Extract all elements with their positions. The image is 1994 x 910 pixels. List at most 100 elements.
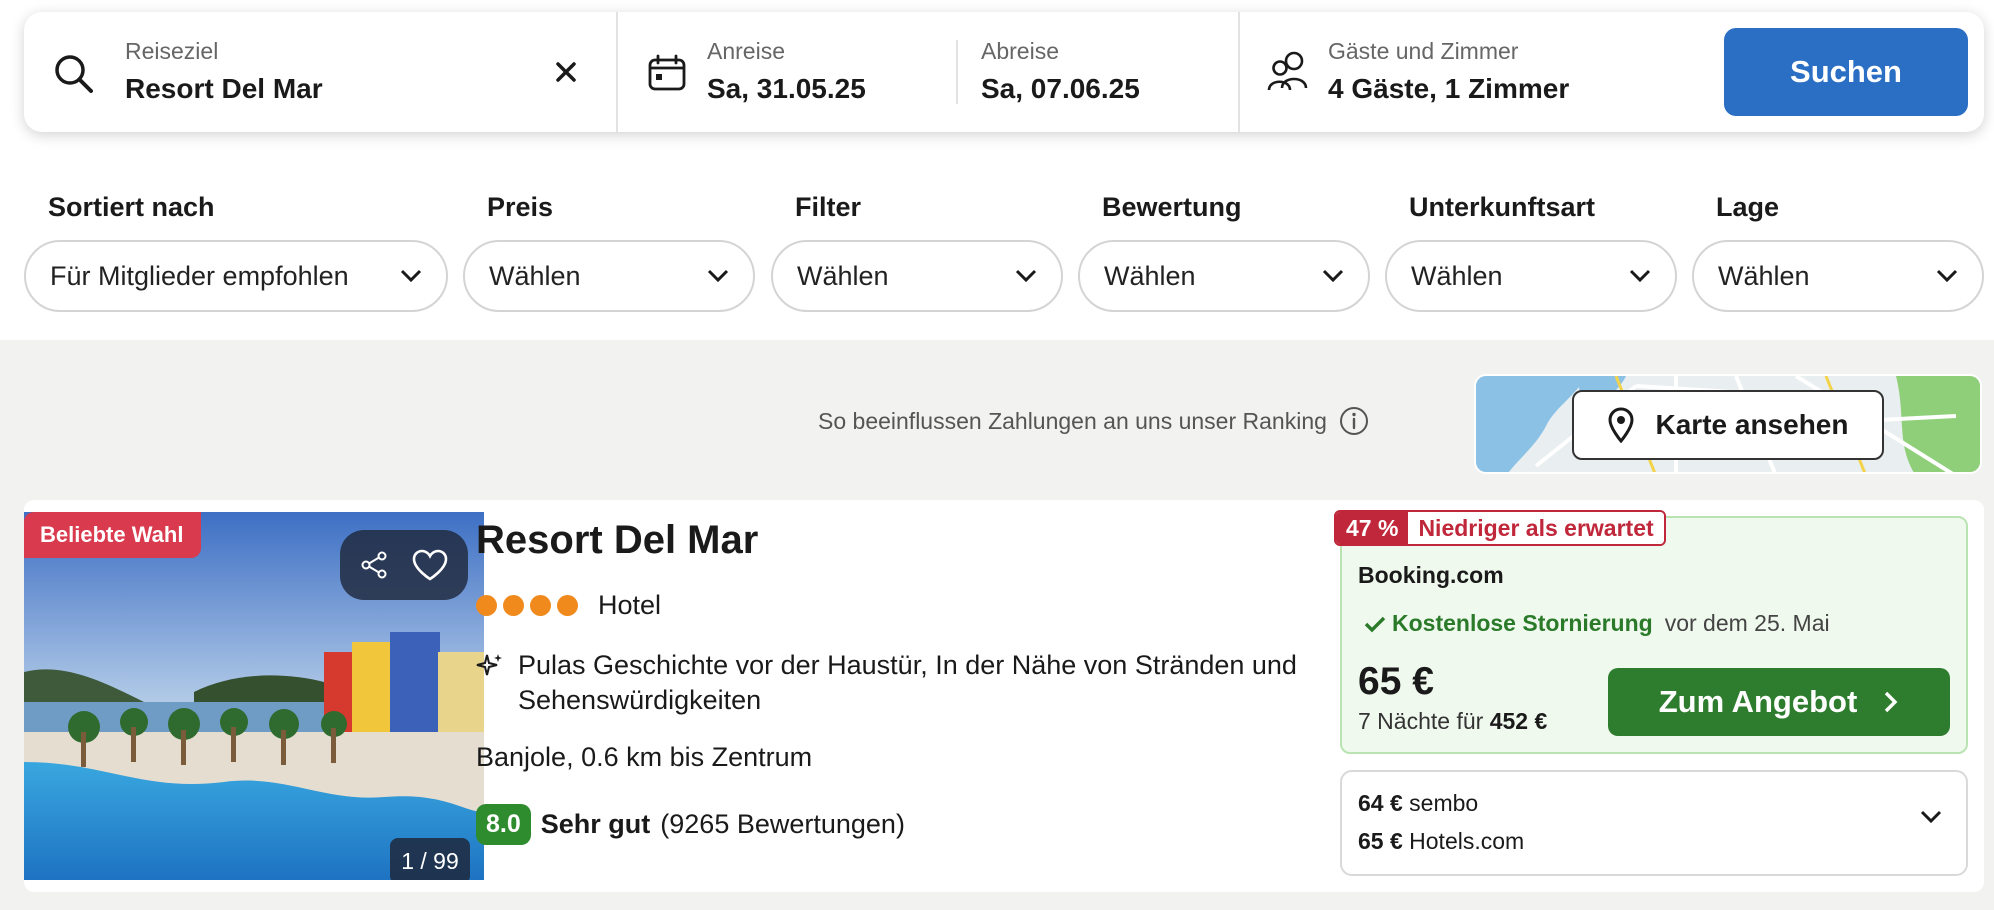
- destination-value[interactable]: Resort Del Mar: [125, 73, 323, 105]
- star-icon: [557, 595, 578, 616]
- other-offer-row: 65 € Hotels.com: [1358, 828, 1524, 855]
- free-cancellation: Kostenlose Stornierung vor dem 25. Mai: [1364, 610, 1830, 637]
- other-offer-price: 64 €: [1358, 790, 1403, 816]
- hotel-rating[interactable]: 8.0 Sehr gut (9265 Bewertungen): [476, 804, 905, 845]
- hotel-name[interactable]: Resort Del Mar: [476, 518, 758, 563]
- checkin-field[interactable]: Anreise Sa, 31.05.25: [707, 38, 866, 105]
- hotel-type: Hotel: [598, 590, 662, 620]
- search-icon: [52, 52, 96, 101]
- date-fields: Anreise Sa, 31.05.25 Abreise Sa, 07.06.2…: [618, 12, 1240, 132]
- checkin-label: Anreise: [707, 38, 785, 64]
- photo-actions: [340, 530, 468, 600]
- filter-value: Wählen: [1411, 260, 1503, 291]
- view-map-label: Karte ansehen: [1655, 409, 1849, 440]
- check-icon: [1364, 616, 1386, 632]
- property-type-select[interactable]: Wählen: [1385, 240, 1677, 312]
- checkin-value[interactable]: Sa, 31.05.25: [707, 73, 866, 105]
- filter-value: Wählen: [797, 260, 889, 291]
- clear-destination-button[interactable]: [548, 54, 584, 90]
- filter-title: Filter: [795, 192, 862, 222]
- search-bar: Reiseziel Resort Del Mar Anreise Sa, 31.…: [24, 12, 1984, 132]
- deal-badge: 47 % Niedriger als erwartet: [1334, 510, 1666, 546]
- chevron-right-icon: [1885, 691, 1898, 713]
- chevron-down-icon: [1920, 810, 1942, 824]
- rating-count: (9265 Bewertungen): [660, 809, 905, 839]
- filter-location: Lage Wählen: [1692, 192, 1984, 312]
- rating-score: 8.0: [476, 804, 531, 845]
- view-deal-label: Zum Angebot: [1658, 684, 1858, 719]
- free-cancellation-until: vor dem 25. Mai: [1664, 610, 1830, 636]
- highlight-text: Pulas Geschichte vor der Haustür, In der…: [518, 650, 1297, 715]
- location-select[interactable]: Wählen: [1692, 240, 1984, 312]
- filter-sort: Sortiert nach Für Mitglieder empfohlen: [24, 192, 448, 312]
- filter-title: Sortiert nach: [48, 192, 215, 222]
- view-deal-button[interactable]: Zum Angebot: [1608, 668, 1950, 736]
- view-map-button[interactable]: Karte ansehen: [1572, 390, 1884, 460]
- hotel-location: Banjole, 0.6 km bis Zentrum: [476, 742, 813, 772]
- chevron-down-icon: [400, 269, 422, 283]
- star-icon: [503, 595, 524, 616]
- filter-title: Lage: [1716, 192, 1780, 222]
- hotel-photo[interactable]: Beliebte Wahl 1 / 99: [24, 512, 484, 880]
- chevron-down-icon: [1629, 269, 1651, 283]
- filter-filter: Filter Wählen: [771, 192, 1063, 312]
- chevron-down-icon: [1936, 269, 1958, 283]
- filter-title: Preis: [487, 192, 554, 222]
- other-offer-price: 65 €: [1358, 828, 1403, 854]
- ranking-note-text: So beeinflussen Zahlungen an uns unser R…: [818, 407, 1327, 434]
- photo-counter: 1 / 99: [390, 838, 470, 880]
- total-price-line: 7 Nächte für 452 €: [1358, 708, 1547, 735]
- nights-text: 7 Nächte für: [1358, 708, 1484, 734]
- filter-price: Preis Wählen: [463, 192, 755, 312]
- price-select[interactable]: Wählen: [463, 240, 755, 312]
- map-pin-icon: [1608, 407, 1634, 443]
- filter-value: Wählen: [489, 260, 581, 291]
- sparkle-icon: [476, 654, 502, 676]
- filter-property-type: Unterkunftsart Wählen: [1385, 192, 1677, 312]
- filter-value: Wählen: [1718, 260, 1810, 291]
- checkout-label: Abreise: [981, 38, 1059, 64]
- other-offers-dropdown[interactable]: 64 € sembo 65 € Hotels.com: [1340, 770, 1968, 876]
- checkout-value[interactable]: Sa, 07.06.25: [981, 73, 1140, 105]
- ranking-note[interactable]: So beeinflussen Zahlungen an uns unser R…: [818, 406, 1369, 436]
- filter-select[interactable]: Wählen: [771, 240, 1063, 312]
- popular-choice-badge: Beliebte Wahl: [24, 512, 202, 558]
- guests-label: Gäste und Zimmer: [1328, 38, 1519, 64]
- rating-word: Sehr gut: [540, 809, 651, 839]
- deal-percent: 47 %: [1336, 512, 1409, 544]
- price-per-night: 65 €: [1358, 660, 1434, 703]
- filter-value: Wählen: [1104, 260, 1196, 291]
- search-button[interactable]: Suchen: [1724, 28, 1968, 116]
- calendar-icon: [648, 54, 688, 97]
- info-icon[interactable]: [1339, 406, 1369, 436]
- guests-value[interactable]: 4 Gäste, 1 Zimmer: [1328, 73, 1569, 105]
- chevron-down-icon: [707, 269, 729, 283]
- filter-title: Unterkunftsart: [1409, 192, 1596, 222]
- checkout-field[interactable]: Abreise Sa, 07.06.25: [981, 38, 1140, 105]
- rating-select[interactable]: Wählen: [1078, 240, 1370, 312]
- guests-icon: [1266, 48, 1312, 99]
- offer-provider: Booking.com: [1358, 562, 1504, 588]
- date-divider: [956, 40, 958, 104]
- filter-value: Für Mitglieder empfohlen: [50, 260, 349, 291]
- star-icon: [530, 595, 551, 616]
- hotel-highlight: Pulas Geschichte vor der Haustür, In der…: [476, 648, 1336, 718]
- total-price: 452 €: [1489, 708, 1548, 734]
- other-offer-provider: Hotels.com: [1409, 828, 1525, 854]
- star-icon: [476, 595, 497, 616]
- hotel-stars: Hotel: [476, 590, 661, 621]
- other-offer-row: 64 € sembo: [1358, 790, 1478, 817]
- heart-icon[interactable]: [411, 548, 449, 582]
- filter-rating: Bewertung Wählen: [1078, 192, 1370, 312]
- chevron-down-icon: [1015, 269, 1037, 283]
- sort-select[interactable]: Für Mitglieder empfohlen: [24, 240, 448, 312]
- share-icon[interactable]: [359, 550, 389, 580]
- destination-field[interactable]: Reiseziel Resort Del Mar: [24, 12, 618, 132]
- other-offer-provider: sembo: [1409, 790, 1479, 816]
- chevron-down-icon: [1322, 269, 1344, 283]
- close-icon: [556, 62, 576, 82]
- filter-title: Bewertung: [1102, 192, 1242, 222]
- free-cancellation-label: Kostenlose Stornierung: [1392, 610, 1653, 636]
- destination-label: Reiseziel: [125, 38, 219, 64]
- deal-text: Niedriger als erwartet: [1408, 512, 1664, 544]
